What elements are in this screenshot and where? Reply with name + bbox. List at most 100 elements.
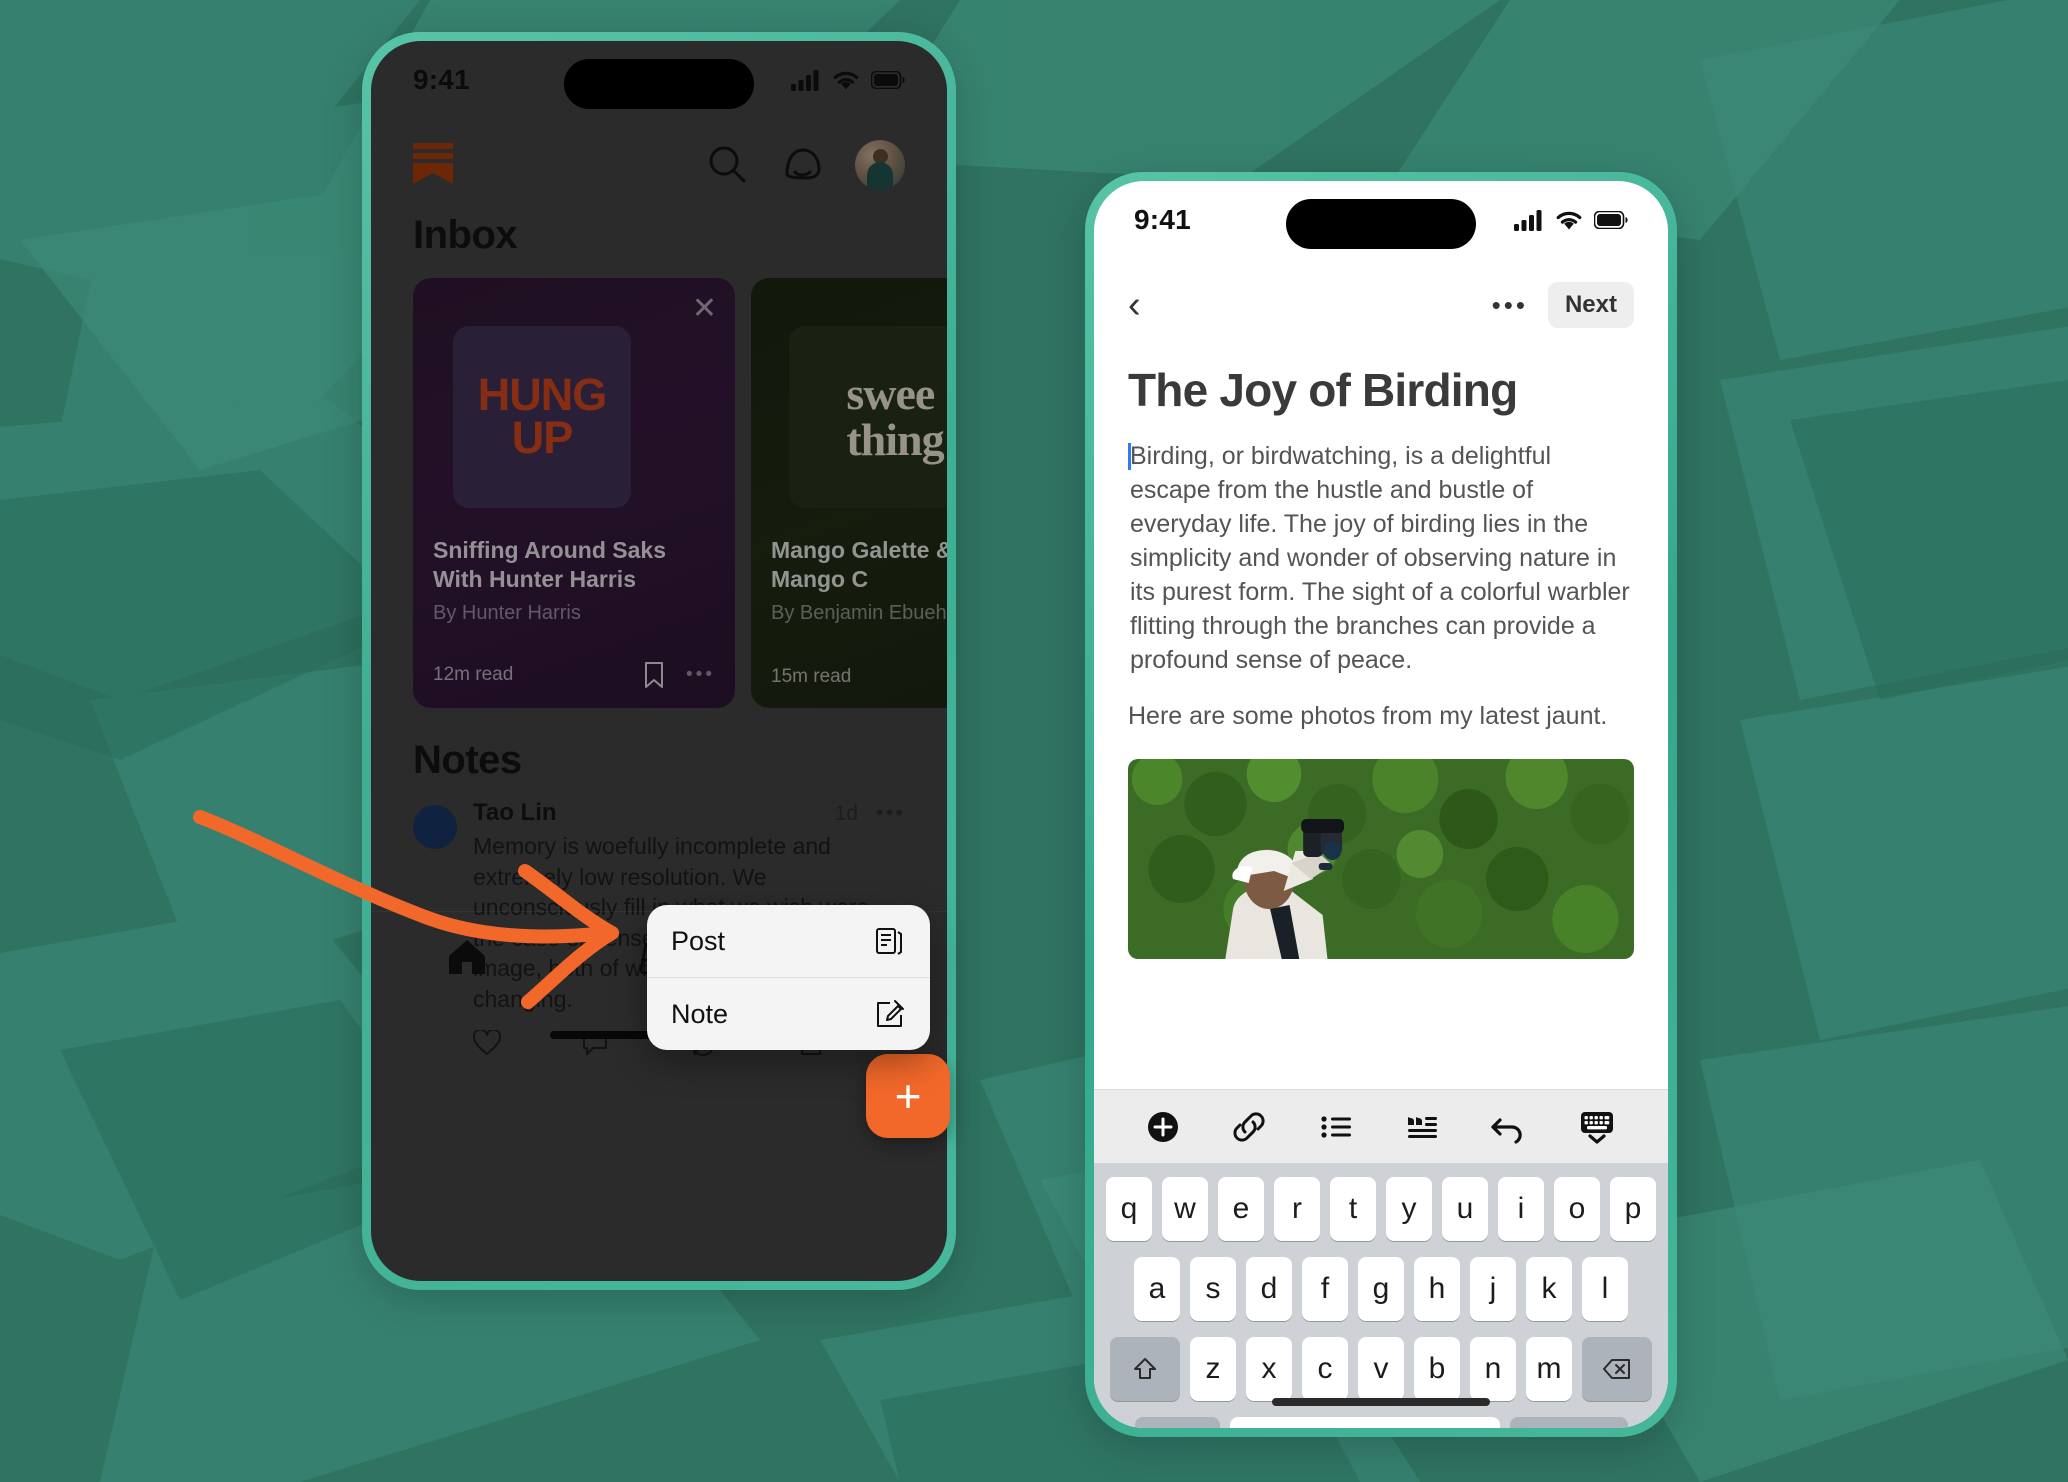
inbox-card[interactable]: ✕ HUNG UP Sniffing Around Saks With Hunt… (413, 278, 735, 708)
dynamic-island (564, 59, 754, 109)
plus-circle-icon[interactable] (1144, 1108, 1182, 1146)
key-c[interactable]: c (1302, 1337, 1348, 1401)
space-key[interactable]: space (1229, 1417, 1500, 1428)
menu-item-note[interactable]: Note (647, 978, 930, 1050)
home-indicator (1272, 1398, 1490, 1406)
key-e[interactable]: e (1218, 1177, 1264, 1241)
card-read-time: 15m read (771, 666, 852, 687)
page-title[interactable]: The Joy of Birding (1094, 337, 1668, 417)
compose-fab-button[interactable]: + (866, 1054, 950, 1138)
background-leaf-pattern (0, 0, 2068, 1482)
undo-icon[interactable] (1488, 1108, 1528, 1146)
menu-item-post[interactable]: Post (647, 905, 930, 977)
search-icon[interactable] (707, 144, 749, 186)
card-artwork: HUNG UP (453, 326, 631, 508)
dynamic-island (1286, 199, 1476, 249)
card-byline: By Hunter Harris (433, 601, 581, 624)
card-art-text: HUNG UP (477, 369, 608, 463)
menu-item-label: Post (671, 925, 726, 956)
compose-popup-menu: Post Note (647, 905, 930, 1050)
left-app-navbar (371, 119, 947, 197)
next-button[interactable]: Next (1547, 282, 1634, 328)
card-artwork: swee thing (789, 326, 947, 508)
card-title: Mango Galette & Creamy Mango C (771, 537, 947, 592)
birder-with-binoculars-photo[interactable] (1128, 759, 1634, 959)
link-icon[interactable] (1229, 1108, 1269, 1146)
key-b[interactable]: b (1414, 1337, 1460, 1401)
status-icons (791, 69, 905, 91)
key-m[interactable]: m (1526, 1337, 1572, 1401)
more-horizontal-icon[interactable]: ••• (1492, 290, 1528, 321)
key-r[interactable]: r (1274, 1177, 1320, 1241)
inbox-heading: Inbox (413, 213, 518, 257)
shift-arrow-icon (1134, 1358, 1156, 1379)
key-p[interactable]: p (1610, 1177, 1656, 1241)
backspace-key[interactable] (1582, 1337, 1652, 1401)
bell-icon[interactable] (779, 144, 825, 186)
inbox-card-list: ✕ HUNG UP Sniffing Around Saks With Hunt… (371, 268, 947, 708)
key-v[interactable]: v (1358, 1337, 1404, 1401)
notes-heading: Notes (413, 738, 522, 782)
right-phone-frame: 9:41 ‹ ••• Next The Joy of Birding Birdi… (1085, 172, 1677, 1437)
key-h[interactable]: h (1414, 1257, 1460, 1321)
note-timestamp: 1d (834, 802, 858, 825)
left-phone-screen: 9:41 Inbox ✕ HUNG UP Sniffing Around Sak… (371, 41, 947, 1281)
post-document-icon (876, 928, 902, 955)
bookmark-icon[interactable] (644, 662, 664, 688)
cellular-bars-icon (791, 70, 819, 91)
editor-paragraph-1[interactable]: Birding, or birdwatching, is a delightfu… (1094, 439, 1668, 677)
key-z[interactable]: z (1190, 1337, 1236, 1401)
key-a[interactable]: a (1134, 1257, 1180, 1321)
keyboard-row-3: z x c v b n m (1100, 1337, 1662, 1401)
key-y[interactable]: y (1386, 1177, 1432, 1241)
key-j[interactable]: j (1470, 1257, 1516, 1321)
key-t[interactable]: t (1330, 1177, 1376, 1241)
keyboard-dismiss-icon[interactable] (1576, 1107, 1618, 1147)
editor-format-toolbar (1094, 1089, 1668, 1163)
key-u[interactable]: u (1442, 1177, 1488, 1241)
key-x[interactable]: x (1246, 1337, 1292, 1401)
wifi-icon (1556, 211, 1582, 229)
text-cursor (1128, 443, 1131, 470)
card-title: Sniffing Around Saks With Hunter Harris (433, 537, 666, 592)
key-q[interactable]: q (1106, 1177, 1152, 1241)
blockquote-icon[interactable] (1403, 1108, 1441, 1146)
substack-bookmark-logo-icon[interactable] (413, 141, 453, 190)
right-phone-screen: 9:41 ‹ ••• Next The Joy of Birding Birdi… (1094, 181, 1668, 1428)
close-icon[interactable]: ✕ (692, 294, 717, 324)
key-k[interactable]: k (1526, 1257, 1572, 1321)
more-horizontal-icon[interactable]: ••• (876, 800, 905, 826)
card-byline: By Benjamin Ebuehi (771, 601, 947, 624)
editor-navbar: ‹ ••• Next (1094, 259, 1668, 337)
key-i[interactable]: i (1498, 1177, 1544, 1241)
chevron-left-icon[interactable]: ‹ (1128, 286, 1141, 324)
editor-paragraph-2[interactable]: Here are some photos from my latest jaun… (1094, 699, 1668, 733)
key-f[interactable]: f (1302, 1257, 1348, 1321)
wifi-icon (833, 71, 859, 89)
key-w[interactable]: w (1162, 1177, 1208, 1241)
orange-curved-arrow (193, 810, 619, 1009)
key-l[interactable]: l (1582, 1257, 1628, 1321)
more-horizontal-icon[interactable]: ••• (686, 664, 715, 686)
bullet-list-icon[interactable] (1317, 1108, 1355, 1146)
keyboard-row-1: q w e r t y u i o p (1100, 1177, 1662, 1241)
keyboard-row-4: 123 space return (1100, 1417, 1662, 1428)
battery-icon (1594, 211, 1628, 229)
cellular-bars-icon (1514, 210, 1542, 231)
key-o[interactable]: o (1554, 1177, 1600, 1241)
key-s[interactable]: s (1190, 1257, 1236, 1321)
key-g[interactable]: g (1358, 1257, 1404, 1321)
key-n[interactable]: n (1470, 1337, 1516, 1401)
return-key[interactable]: return (1509, 1417, 1628, 1428)
numbers-key[interactable]: 123 (1134, 1417, 1220, 1428)
paragraph-text: Birding, or birdwatching, is a delightfu… (1130, 442, 1630, 674)
plus-icon: + (894, 1070, 922, 1122)
note-pencil-square-icon (877, 1000, 904, 1027)
avatar[interactable] (855, 140, 905, 190)
inbox-card[interactable]: sweething Mango Galette & Creamy Mango C… (751, 278, 947, 708)
backspace-icon (1603, 1359, 1630, 1379)
shift-key[interactable] (1110, 1337, 1180, 1401)
right-status-bar: 9:41 (1094, 181, 1668, 259)
key-d[interactable]: d (1246, 1257, 1292, 1321)
paragraph-text: Here are some photos from my latest jaun… (1128, 702, 1608, 730)
